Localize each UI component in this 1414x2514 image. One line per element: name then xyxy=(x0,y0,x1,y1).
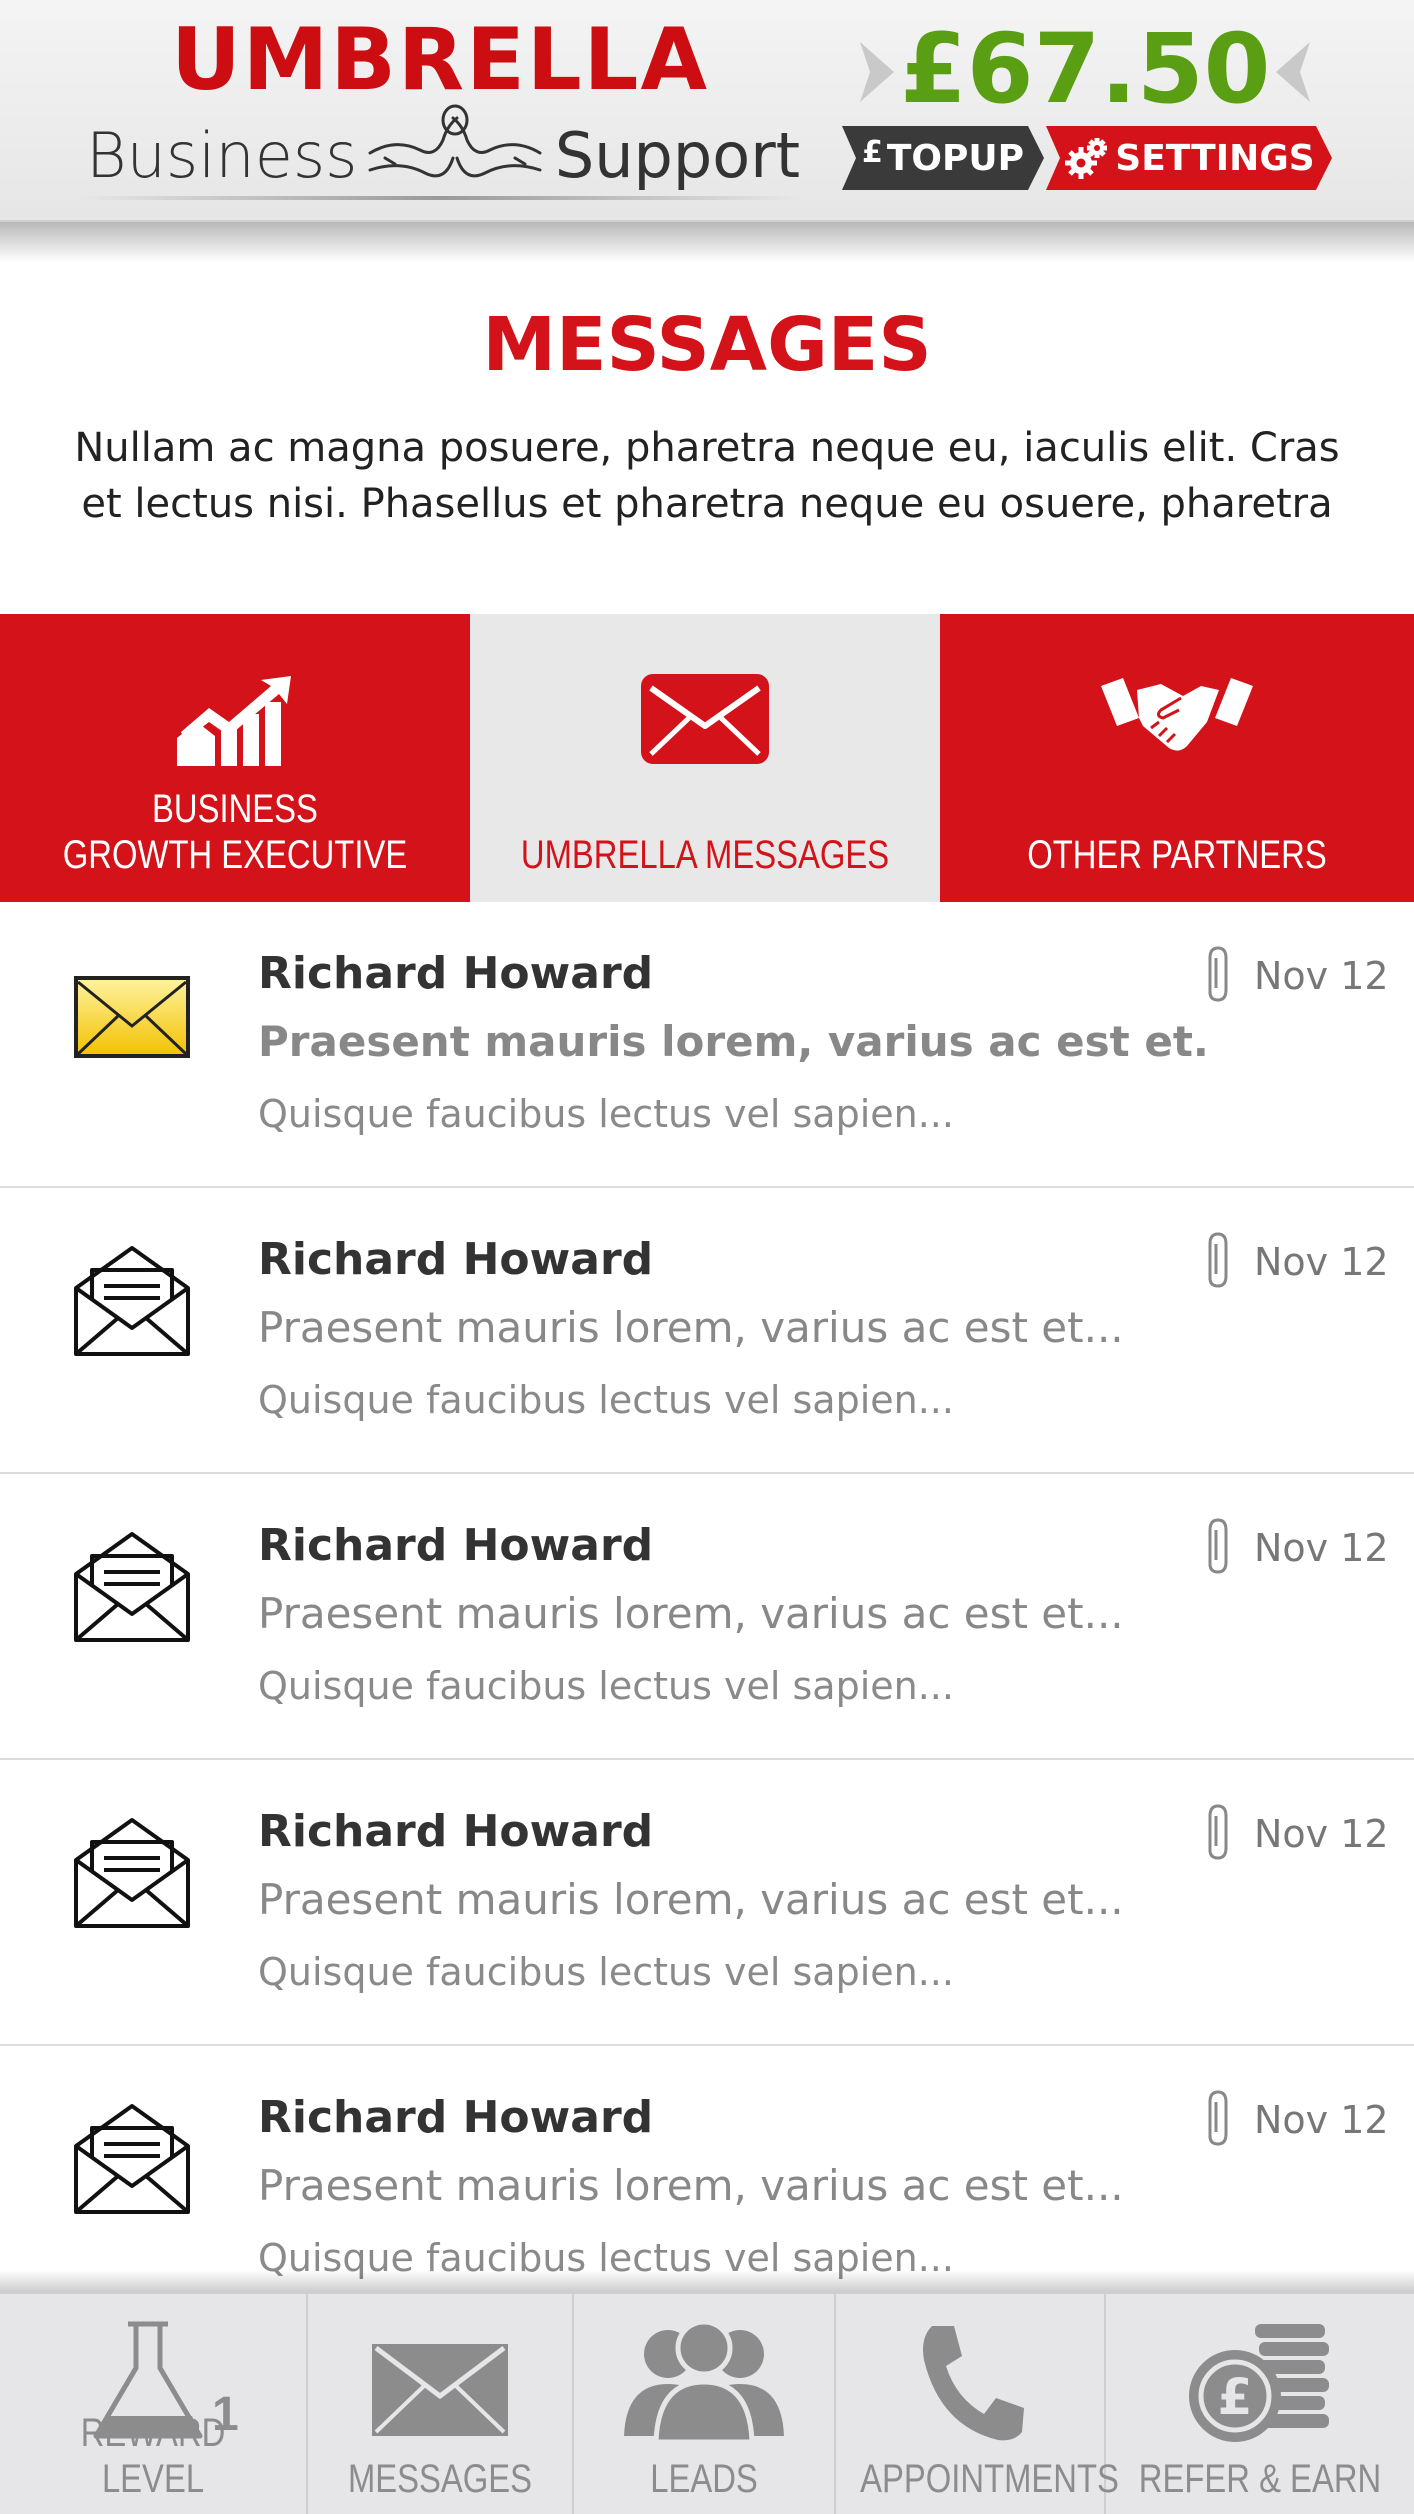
coins-icon: £ xyxy=(1189,2324,1329,2442)
gears-icon xyxy=(1063,135,1109,181)
arm-wrestling-icon xyxy=(368,104,542,178)
nav-label: APPOINTMENTS xyxy=(860,2457,1119,2501)
tab-business-growth-executive[interactable]: BUSINESS GROWTH EXECUTIVE xyxy=(0,614,470,902)
paperclip-icon xyxy=(1208,946,1228,1002)
message-category-tabs: BUSINESS GROWTH EXECUTIVE UMBRELLA MESSA… xyxy=(0,614,1414,902)
paperclip-icon xyxy=(1208,2090,1228,2146)
chevron-right-icon xyxy=(860,42,894,102)
message-sender: Richard Howard xyxy=(258,2092,654,2143)
message-subject: Praesent mauris lorem, varius ac est et.… xyxy=(258,2161,1124,2210)
message-date: Nov 12 xyxy=(1254,954,1389,998)
nav-appointments[interactable]: APPOINTMENTS xyxy=(836,2294,1119,2514)
chevron-left-icon xyxy=(1276,42,1310,102)
tab-umbrella-messages[interactable]: UMBRELLA MESSAGES xyxy=(470,614,940,902)
envelope-icon xyxy=(372,2344,508,2436)
message-sender: Richard Howard xyxy=(258,1806,654,1857)
message-sender: Richard Howard xyxy=(258,1520,654,1571)
tab-other-partners[interactable]: OTHER PARTNERS xyxy=(940,614,1414,902)
nav-refer-and-earn[interactable]: £ REFER & EARN xyxy=(1106,2294,1414,2514)
message-item[interactable]: Richard Howard Praesent mauris lorem, va… xyxy=(0,1188,1414,1474)
message-date: Nov 12 xyxy=(1254,1526,1389,1570)
message-preview: Quisque faucibus lectus vel sapien... xyxy=(258,1378,954,1422)
message-sender: Richard Howard xyxy=(258,1234,654,1285)
tab-label: UMBRELLA MESSAGES xyxy=(520,833,890,877)
message-date: Nov 12 xyxy=(1254,1812,1389,1856)
open-envelope-icon xyxy=(74,1532,190,1642)
tab-label: OTHER PARTNERS xyxy=(1027,833,1327,877)
message-preview: Quisque faucibus lectus vel sapien... xyxy=(258,1664,954,1708)
message-subject: Praesent mauris lorem, varius ac est et.… xyxy=(258,1303,1124,1352)
envelope-icon xyxy=(641,674,769,764)
logo-subtitle-left: Business xyxy=(86,119,358,192)
nav-label: REFER & EARN xyxy=(1138,2457,1382,2501)
logo-subtitle-right: Support xyxy=(554,119,800,192)
nav-leads[interactable]: LEADS xyxy=(574,2294,836,2514)
message-date: Nov 12 xyxy=(1254,1240,1389,1284)
closed-envelope-icon xyxy=(74,976,190,1058)
nav-label: MESSAGES xyxy=(347,2457,533,2501)
growth-chart-icon xyxy=(177,676,291,766)
message-subject: Praesent mauris lorem, varius ac est et.… xyxy=(258,1017,1208,1066)
paperclip-icon xyxy=(1208,1518,1228,1574)
tab-label: BUSINESS GROWTH EXECUTIVE xyxy=(62,787,408,877)
message-preview: Quisque faucibus lectus vel sapien... xyxy=(258,1950,954,1994)
account-balance: £67.50 xyxy=(900,13,1271,125)
bottom-navigation: 1 REWARD LEVEL MESSAGES LEADS APPOINTMEN… xyxy=(0,2292,1414,2514)
people-icon xyxy=(624,2319,784,2445)
phone-icon xyxy=(923,2326,1024,2441)
bottom-nav-shadow xyxy=(0,2270,1414,2294)
pound-up-icon: £ xyxy=(861,134,883,170)
umbrella-logo[interactable]: UMBRELLA Business Support xyxy=(80,10,800,200)
message-date: Nov 12 xyxy=(1254,2098,1389,2142)
message-subject: Praesent mauris lorem, varius ac est et.… xyxy=(258,1589,1124,1638)
open-envelope-icon xyxy=(74,2104,190,2214)
nav-label: REWARD LEVEL xyxy=(80,2411,226,2501)
topup-label: TOPUP xyxy=(886,137,1025,179)
settings-label: SETTINGS xyxy=(1115,137,1315,179)
settings-button[interactable]: SETTINGS xyxy=(1046,126,1332,190)
open-envelope-icon xyxy=(74,1818,190,1928)
topup-button[interactable]: £ TOPUP xyxy=(842,126,1044,190)
message-preview: Quisque faucibus lectus vel sapien... xyxy=(258,1092,954,1136)
nav-reward-level[interactable]: 1 REWARD LEVEL xyxy=(0,2294,308,2514)
paperclip-icon xyxy=(1208,1804,1228,1860)
page-title: MESSAGES xyxy=(482,302,932,388)
nav-messages[interactable]: MESSAGES xyxy=(308,2294,574,2514)
app-header: UMBRELLA Business Support £67.50 £ TOPUP xyxy=(0,0,1414,222)
message-item[interactable]: Richard Howard Praesent mauris lorem, va… xyxy=(0,1760,1414,2046)
message-sender: Richard Howard xyxy=(258,948,654,999)
intro-text: Nullam ac magna posuere, pharetra neque … xyxy=(74,425,1340,527)
message-item[interactable]: Richard Howard Praesent mauris lorem, va… xyxy=(0,902,1414,1188)
logo-title: UMBRELLA xyxy=(170,10,710,110)
open-envelope-icon xyxy=(74,1246,190,1356)
logo-underline xyxy=(80,196,800,200)
handshake-icon xyxy=(1101,678,1253,751)
paperclip-icon xyxy=(1208,1232,1228,1288)
message-subject: Praesent mauris lorem, varius ac est et.… xyxy=(258,1875,1124,1924)
message-item[interactable]: Richard Howard Praesent mauris lorem, va… xyxy=(0,1474,1414,1760)
nav-label: LEADS xyxy=(650,2457,758,2501)
balance-display: £67.50 xyxy=(860,14,1310,124)
header-shadow xyxy=(0,222,1414,262)
pound-symbol: £ xyxy=(1218,2368,1253,2426)
